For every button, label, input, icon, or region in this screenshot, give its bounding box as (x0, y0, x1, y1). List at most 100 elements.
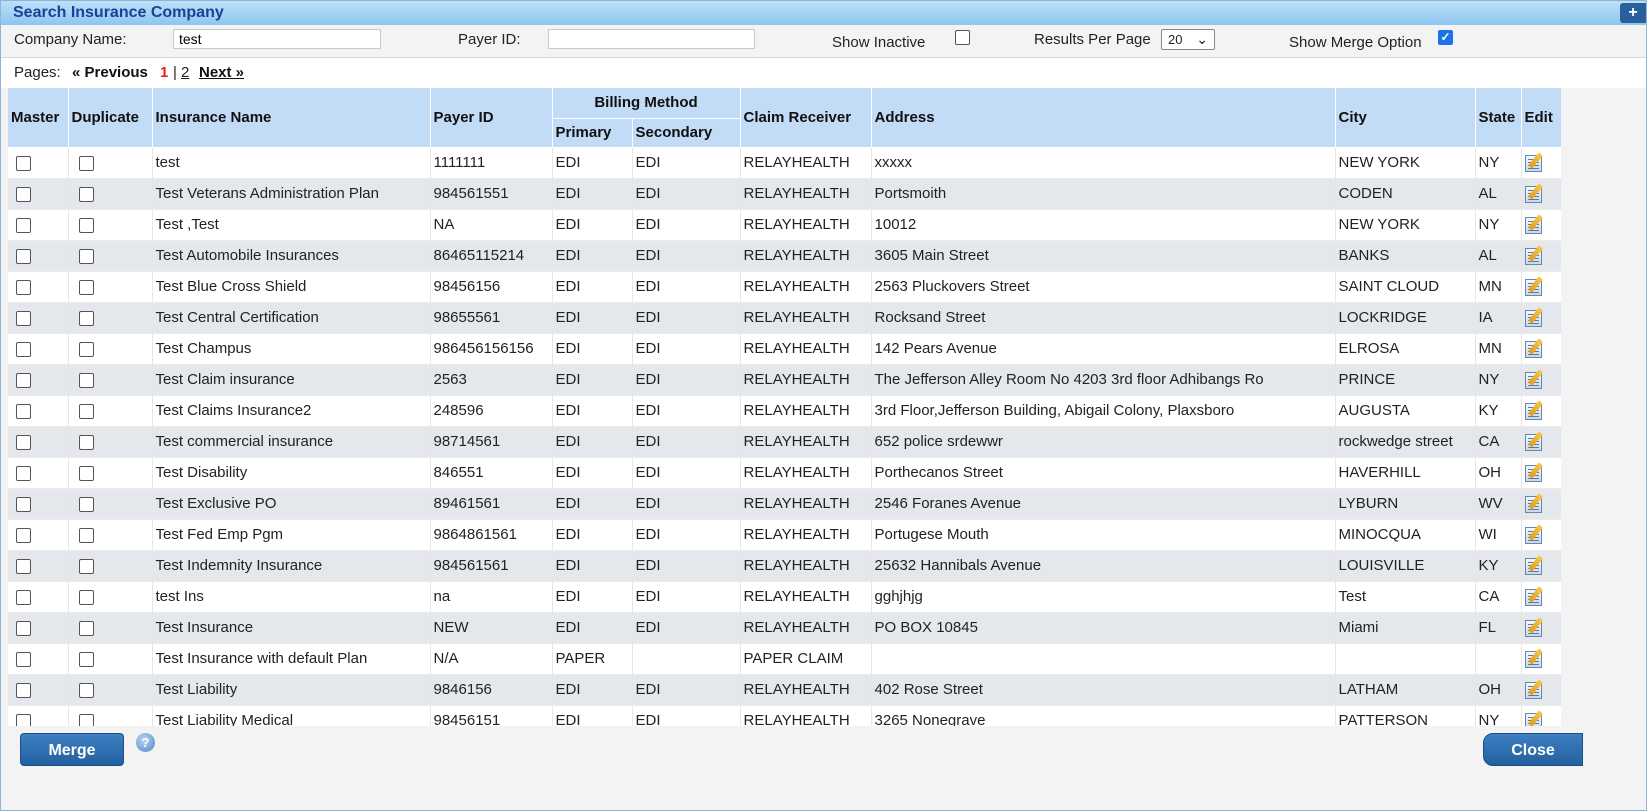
expand-plus-icon[interactable]: + (1620, 3, 1646, 23)
primary-cell: EDI (552, 674, 633, 706)
edit-icon[interactable] (1524, 555, 1545, 575)
duplicate-checkbox[interactable] (78, 527, 94, 543)
edit-icon[interactable] (1524, 679, 1545, 699)
master-checkbox[interactable] (16, 217, 31, 233)
header-address[interactable]: Address (871, 88, 1336, 148)
table-body: test 1111111 EDI EDI RELAYHEALTH xxxxx NEW YOR… (8, 147, 1561, 726)
master-checkbox[interactable] (16, 620, 31, 636)
master-checkbox[interactable] (16, 186, 31, 202)
edit-icon[interactable] (1524, 369, 1545, 389)
merge-button[interactable]: Merge (20, 733, 124, 766)
duplicate-checkbox[interactable] (78, 341, 94, 357)
header-primary[interactable]: Primary (552, 118, 633, 148)
master-checkbox[interactable] (16, 341, 31, 357)
claim-receiver-cell: RELAYHEALTH (740, 364, 872, 396)
close-button[interactable]: Close (1483, 733, 1583, 766)
header-claim-receiver[interactable]: Claim Receiver (740, 88, 872, 148)
duplicate-checkbox[interactable] (78, 248, 94, 264)
header-secondary[interactable]: Secondary (632, 118, 741, 148)
payer-id-input[interactable] (548, 29, 755, 49)
edit-icon[interactable] (1524, 493, 1545, 513)
show-inactive-checkbox[interactable] (955, 30, 970, 45)
master-checkbox[interactable] (16, 589, 31, 605)
results-per-page-select[interactable]: 20 ⌄ (1161, 29, 1215, 50)
duplicate-cell (68, 488, 153, 520)
edit-icon[interactable] (1524, 276, 1545, 296)
master-checkbox[interactable] (16, 372, 31, 388)
edit-icon[interactable] (1524, 710, 1545, 726)
primary-cell: PAPER (552, 643, 633, 675)
edit-icon[interactable] (1524, 214, 1545, 234)
master-checkbox[interactable] (16, 713, 31, 726)
master-checkbox[interactable] (16, 558, 31, 574)
duplicate-checkbox[interactable] (78, 279, 94, 295)
previous-link[interactable]: « Previous (72, 64, 148, 81)
duplicate-checkbox[interactable] (78, 217, 94, 233)
header-state[interactable]: State (1475, 88, 1522, 148)
address-cell: 3265 Nonegrave (871, 705, 1336, 726)
master-checkbox[interactable] (16, 682, 31, 698)
dialog-title: Search Insurance Company (13, 4, 224, 21)
duplicate-checkbox[interactable] (78, 372, 94, 388)
help-icon[interactable]: ? (136, 733, 155, 752)
master-checkbox[interactable] (16, 155, 31, 171)
duplicate-checkbox[interactable] (78, 155, 94, 171)
address-cell: 2546 Foranes Avenue (871, 488, 1336, 520)
state-cell: NY (1475, 705, 1522, 726)
master-checkbox[interactable] (16, 310, 31, 326)
edit-icon[interactable] (1524, 245, 1545, 265)
master-checkbox[interactable] (16, 465, 31, 481)
duplicate-checkbox[interactable] (78, 651, 94, 667)
company-name-input[interactable] (173, 29, 381, 49)
duplicate-cell (68, 581, 153, 613)
header-duplicate[interactable]: Duplicate (68, 88, 153, 148)
insurance-name-cell: Test Insurance with default Plan (152, 643, 431, 675)
edit-icon[interactable] (1524, 431, 1545, 451)
page-2-link[interactable]: 2 (181, 64, 189, 81)
duplicate-checkbox[interactable] (78, 310, 94, 326)
edit-icon[interactable] (1524, 648, 1545, 668)
master-checkbox[interactable] (16, 527, 31, 543)
next-link[interactable]: Next » (199, 64, 244, 81)
payer-id-cell: 248596 (430, 395, 553, 427)
duplicate-checkbox[interactable] (78, 186, 94, 202)
edit-icon[interactable] (1524, 462, 1545, 482)
edit-icon[interactable] (1524, 152, 1545, 172)
insurance-name-cell: Test Insurance (152, 612, 431, 644)
master-checkbox[interactable] (16, 248, 31, 264)
edit-icon[interactable] (1524, 307, 1545, 327)
edit-icon[interactable] (1524, 586, 1545, 606)
header-payer-id[interactable]: Payer ID (430, 88, 553, 148)
header-master[interactable]: Master (8, 88, 69, 148)
master-checkbox[interactable] (16, 434, 31, 450)
show-merge-checkbox[interactable]: ✓ (1438, 30, 1453, 45)
duplicate-checkbox[interactable] (78, 558, 94, 574)
table-row: Test ,Test NA EDI EDI RELAYHEALTH 10012 NEW YO… (8, 209, 1561, 241)
duplicate-checkbox[interactable] (78, 620, 94, 636)
master-checkbox[interactable] (16, 651, 31, 667)
insurance-name-cell: Test Claim insurance (152, 364, 431, 396)
duplicate-checkbox[interactable] (78, 403, 94, 419)
pagination: Pages: « Previous 1 | 2 Next » (1, 58, 1646, 88)
address-cell: xxxxx (871, 147, 1336, 179)
master-checkbox[interactable] (16, 496, 31, 512)
header-city[interactable]: City (1335, 88, 1476, 148)
master-cell (8, 426, 69, 458)
duplicate-checkbox[interactable] (78, 434, 94, 450)
duplicate-checkbox[interactable] (78, 713, 94, 726)
duplicate-checkbox[interactable] (78, 682, 94, 698)
edit-icon[interactable] (1524, 400, 1545, 420)
edit-icon[interactable] (1524, 617, 1545, 637)
header-insurance-name[interactable]: Insurance Name (152, 88, 431, 148)
state-cell: MN (1475, 333, 1522, 365)
edit-icon[interactable] (1524, 183, 1545, 203)
city-cell: ELROSA (1335, 333, 1476, 365)
duplicate-checkbox[interactable] (78, 465, 94, 481)
duplicate-checkbox[interactable] (78, 589, 94, 605)
payer-id-cell: N/A (430, 643, 553, 675)
edit-icon[interactable] (1524, 338, 1545, 358)
master-checkbox[interactable] (16, 279, 31, 295)
master-checkbox[interactable] (16, 403, 31, 419)
edit-icon[interactable] (1524, 524, 1545, 544)
duplicate-checkbox[interactable] (78, 496, 94, 512)
